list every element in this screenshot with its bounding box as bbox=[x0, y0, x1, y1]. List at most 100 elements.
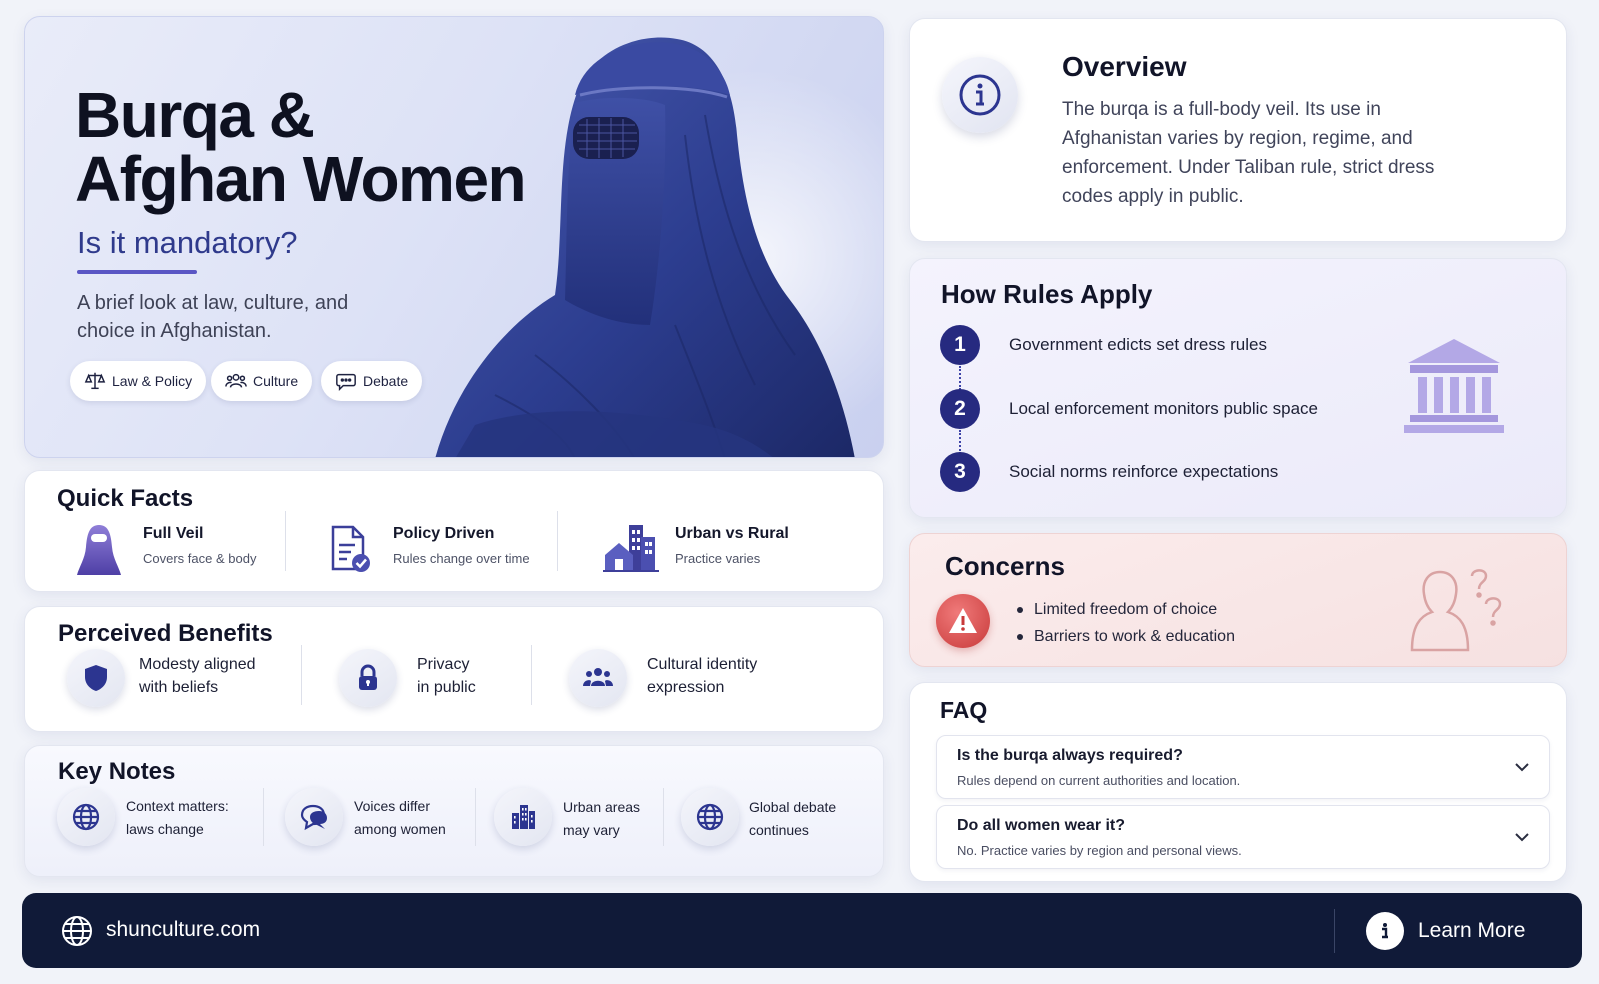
hero-subtitle: Is it mandatory? bbox=[77, 225, 298, 260]
quick-fact-subtitle: Covers face & body bbox=[143, 551, 257, 566]
note-line2: laws change bbox=[126, 821, 204, 837]
faq-item[interactable]: Do all women wear it? No. Practice varie… bbox=[936, 805, 1550, 869]
note-global-debate: Global debate continues bbox=[749, 796, 836, 842]
faq-title: FAQ bbox=[940, 697, 988, 723]
step-number: 3 bbox=[940, 452, 980, 492]
benefit-privacy: Privacy in public bbox=[417, 653, 476, 699]
benefit-line2: with beliefs bbox=[139, 679, 219, 696]
faq-answer: Rules depend on current authorities and … bbox=[957, 773, 1241, 788]
footer-bar: shunculture.com Learn More bbox=[22, 893, 1582, 968]
quick-facts-card: Quick Facts Full Veil Covers face & body… bbox=[24, 470, 884, 592]
step-number: 2 bbox=[940, 389, 980, 429]
person-question-icon bbox=[1410, 569, 1502, 652]
hero-title-line2: Afghan Women bbox=[75, 143, 527, 215]
hero-title-line1: Burqa & bbox=[75, 79, 315, 151]
chip-debate-label: Debate bbox=[363, 373, 409, 389]
key-notes-card: Key Notes Context matters: laws change V… bbox=[24, 745, 884, 877]
note-line1: Urban areas bbox=[563, 799, 641, 815]
step-text: Social norms reinforce expectations bbox=[1009, 462, 1279, 481]
chevron-down-icon[interactable] bbox=[1513, 828, 1531, 846]
note-line1: Global debate bbox=[749, 799, 837, 815]
concern-item: Limited freedom of choice bbox=[1014, 596, 1235, 623]
overview-title: Overview bbox=[1062, 51, 1187, 82]
learn-more-button[interactable]: Learn More bbox=[1366, 911, 1525, 951]
lock-icon bbox=[359, 664, 377, 690]
step-connector bbox=[959, 366, 961, 390]
benefits-title: Perceived Benefits bbox=[58, 620, 273, 647]
benefit-icon-bubble bbox=[569, 649, 627, 707]
note-icon-bubble bbox=[681, 788, 739, 846]
benefit-icon-bubble bbox=[339, 649, 397, 707]
step-connector bbox=[959, 430, 961, 454]
divider bbox=[557, 511, 558, 571]
footer-site-link[interactable]: shunculture.com bbox=[106, 918, 260, 942]
chip-law-policy[interactable]: Law & Policy bbox=[70, 361, 207, 401]
info-icon bbox=[959, 74, 1001, 116]
footer-divider bbox=[1334, 909, 1335, 953]
perceived-benefits-card: Perceived Benefits Modesty aligned with … bbox=[24, 606, 884, 732]
speech-bubble-icon bbox=[336, 373, 356, 392]
benefit-icon-bubble bbox=[67, 649, 125, 707]
info-icon-circle bbox=[1366, 912, 1404, 950]
learn-more-label: Learn More bbox=[1418, 919, 1526, 942]
overview-body: The burqa is a full-body veil. Its use i… bbox=[1062, 99, 1435, 207]
chip-law-policy-label: Law & Policy bbox=[112, 373, 193, 389]
quick-fact-subtitle: Rules change over time bbox=[393, 551, 530, 566]
chip-culture-label: Culture bbox=[253, 373, 299, 389]
globe-icon bbox=[72, 803, 100, 831]
globe-icon bbox=[696, 803, 724, 831]
hero-card: Burqa & Afghan Women Is it mandatory? A … bbox=[24, 16, 884, 458]
divider bbox=[285, 511, 286, 571]
step-text: Local enforcement monitors public space bbox=[1009, 399, 1318, 418]
note-urban-areas: Urban areas may vary bbox=[563, 796, 640, 842]
quick-fact-subtitle: Practice varies bbox=[675, 551, 761, 566]
note-line1: Context matters: bbox=[126, 798, 229, 814]
benefit-line1: Cultural identity bbox=[647, 656, 758, 673]
faq-answer: No. Practice varies by region and person… bbox=[957, 843, 1242, 858]
divider bbox=[301, 645, 302, 705]
chevron-down-icon[interactable] bbox=[1513, 758, 1531, 776]
concerns-card: Concerns Limited freedom of choice Barri… bbox=[909, 533, 1567, 667]
note-line2: among women bbox=[354, 821, 446, 837]
hero-description: A brief look at law, culture, and choice… bbox=[77, 292, 349, 342]
step-number: 1 bbox=[940, 325, 980, 365]
government-building-icon bbox=[1404, 339, 1504, 433]
shield-icon bbox=[85, 665, 107, 691]
note-icon-bubble bbox=[494, 788, 552, 846]
benefit-line1: Privacy bbox=[417, 656, 470, 673]
note-line2: continues bbox=[749, 822, 809, 838]
faq-item[interactable]: Is the burqa always required? Rules depe… bbox=[936, 735, 1550, 799]
quick-fact-title: Full Veil bbox=[143, 525, 204, 542]
note-line1: Voices differ bbox=[354, 798, 431, 814]
veil-icon bbox=[77, 525, 121, 575]
benefit-line2: expression bbox=[647, 679, 725, 696]
divider bbox=[663, 788, 664, 846]
people-icon bbox=[225, 373, 247, 388]
note-context-matters: Context matters: laws change bbox=[126, 795, 229, 841]
warning-icon bbox=[949, 608, 977, 633]
chat-icon bbox=[300, 804, 327, 831]
key-notes-title: Key Notes bbox=[58, 758, 176, 785]
group-icon bbox=[583, 668, 613, 686]
step-text: Government edicts set dress rules bbox=[1009, 335, 1267, 354]
city-house-icon bbox=[603, 525, 659, 572]
how-rules-apply-card: How Rules Apply 1 Government edicts set … bbox=[909, 258, 1567, 518]
scales-icon bbox=[84, 372, 106, 390]
divider bbox=[475, 788, 476, 846]
buildings-icon bbox=[512, 805, 535, 829]
quick-fact-title: Policy Driven bbox=[393, 525, 495, 542]
benefit-modesty: Modesty aligned with beliefs bbox=[139, 653, 256, 699]
concerns-list: Limited freedom of choice Barriers to wo… bbox=[1014, 596, 1235, 650]
hero-title: Burqa & Afghan Women bbox=[75, 83, 595, 211]
benefit-cultural-identity: Cultural identity expression bbox=[647, 653, 757, 699]
note-line2: may vary bbox=[563, 822, 620, 838]
overview-card: Overview The burqa is a full-body veil. … bbox=[909, 18, 1567, 242]
concern-item: Barriers to work & education bbox=[1014, 623, 1235, 650]
faq-card: FAQ Is the burqa always required? Rules … bbox=[909, 682, 1567, 882]
benefit-line1: Modesty aligned bbox=[139, 656, 256, 673]
warning-icon-bubble bbox=[936, 594, 990, 648]
quick-fact-title: Urban vs Rural bbox=[675, 525, 789, 542]
chip-debate[interactable]: Debate bbox=[321, 361, 423, 401]
chip-culture[interactable]: Culture bbox=[211, 361, 313, 401]
globe-icon bbox=[62, 916, 92, 946]
